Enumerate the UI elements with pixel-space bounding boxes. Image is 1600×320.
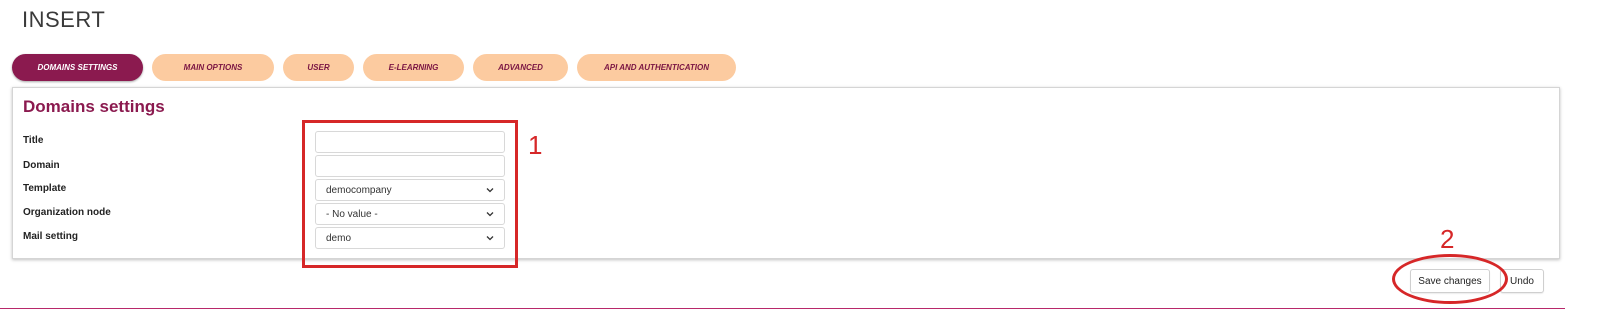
tab-user[interactable]: USER bbox=[283, 54, 354, 81]
title-input[interactable] bbox=[315, 131, 505, 153]
page-title: INSERT bbox=[22, 7, 106, 32]
domain-input[interactable] bbox=[315, 155, 505, 177]
tab-bar: DOMAINS SETTINGS MAIN OPTIONS USER E-LEA… bbox=[12, 54, 736, 81]
chevron-down-icon bbox=[486, 188, 494, 193]
divider bbox=[0, 308, 1565, 309]
template-select-value: democompany bbox=[326, 184, 392, 196]
template-select[interactable]: democompany bbox=[315, 179, 505, 201]
undo-button[interactable]: Undo bbox=[1500, 269, 1544, 293]
tab-domains-settings[interactable]: DOMAINS SETTINGS bbox=[12, 54, 143, 81]
title-label: Title bbox=[23, 135, 44, 146]
chevron-down-icon bbox=[486, 236, 494, 241]
mail-setting-label: Mail setting bbox=[23, 231, 79, 242]
organization-node-select-value: - No value - bbox=[326, 208, 378, 220]
tab-main-options[interactable]: MAIN OPTIONS bbox=[152, 54, 274, 81]
page: INSERT DOMAINS SETTINGS MAIN OPTIONS USE… bbox=[0, 0, 1600, 320]
annotation-marker-2: 2 bbox=[1440, 224, 1455, 254]
tab-api-and-authentication[interactable]: API AND AUTHENTICATION bbox=[577, 54, 736, 81]
template-label: Template bbox=[23, 183, 67, 194]
domains-settings-panel: Domains settings Title Domain Template d… bbox=[12, 87, 1560, 259]
tab-advanced[interactable]: ADVANCED bbox=[473, 54, 568, 81]
annotation-marker-1: 1 bbox=[528, 130, 543, 160]
save-changes-button[interactable]: Save changes bbox=[1410, 269, 1490, 293]
panel-title: Domains settings bbox=[23, 97, 165, 116]
mail-setting-select[interactable]: demo bbox=[315, 227, 505, 249]
tab-e-learning[interactable]: E-LEARNING bbox=[363, 54, 464, 81]
organization-node-label: Organization node bbox=[23, 207, 111, 218]
mail-setting-select-value: demo bbox=[326, 232, 352, 244]
domain-label: Domain bbox=[23, 160, 60, 171]
chevron-down-icon bbox=[486, 212, 494, 217]
organization-node-select[interactable]: - No value - bbox=[315, 203, 505, 225]
